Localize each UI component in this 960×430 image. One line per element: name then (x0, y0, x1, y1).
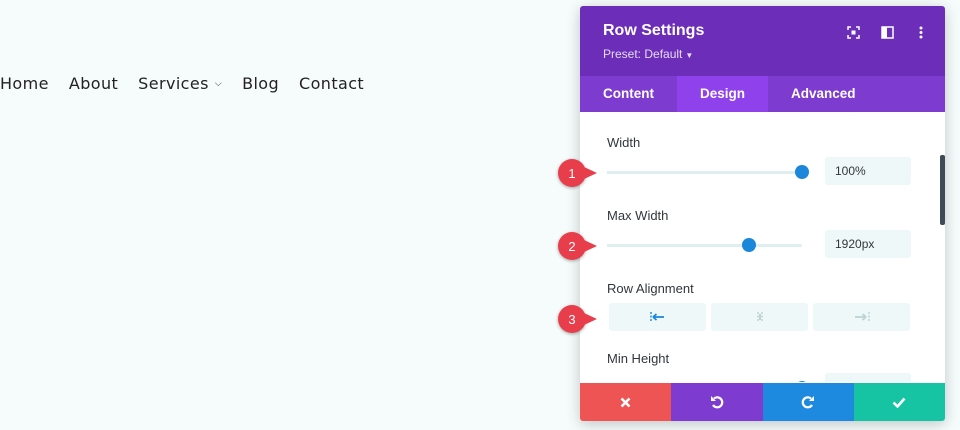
chevron-down-icon: ⌵ (214, 78, 223, 89)
nav-services-label: Services (138, 74, 209, 93)
panel-title: Row Settings (603, 22, 705, 39)
close-icon (620, 397, 631, 407)
more-vertical-icon[interactable] (913, 24, 929, 40)
row-alignment-label: Row Alignment (607, 281, 694, 296)
max-width-value-input[interactable] (825, 230, 911, 258)
nav-about[interactable]: About (69, 74, 118, 93)
min-height-value-input[interactable] (825, 373, 911, 382)
callout-badge-1: 1 (558, 159, 597, 187)
max-width-label: Max Width (607, 208, 669, 223)
header-icons (845, 24, 929, 40)
nav-home-label: Home (0, 74, 49, 93)
align-center-icon (756, 312, 763, 322)
redo-icon (801, 396, 815, 409)
split-view-icon[interactable] (879, 24, 895, 40)
row-settings-panel: Row Settings Preset: Default ▼ Content De… (580, 6, 945, 421)
nav-contact[interactable]: Contact (299, 74, 364, 93)
tab-content[interactable]: Content (580, 76, 677, 112)
width-value-input[interactable] (825, 157, 911, 185)
align-left-icon (649, 312, 664, 322)
width-label: Width (607, 135, 641, 150)
caret-down-icon: ▼ (685, 51, 694, 60)
align-right-button[interactable] (813, 303, 910, 331)
check-icon (892, 397, 906, 408)
min-height-label: Min Height (607, 351, 670, 366)
panel-scrollbar[interactable] (940, 155, 945, 225)
panel-body: Width Max Width Row Alignment Min (580, 112, 945, 382)
width-slider-fill (607, 171, 802, 174)
save-button[interactable] (853, 383, 945, 421)
panel-header: Row Settings Preset: Default ▼ (580, 6, 945, 76)
nav-about-label: About (68, 74, 119, 93)
undo-icon (710, 396, 724, 409)
callout-badge-3: 3 (558, 305, 597, 333)
max-width-slider[interactable] (607, 238, 802, 252)
min-height-slider-thumb[interactable] (795, 381, 809, 382)
nav-blog-label: Blog (242, 74, 280, 93)
align-center-button[interactable] (711, 303, 808, 331)
panel-tabs: Content Design Advanced (580, 76, 945, 112)
tab-advanced[interactable]: Advanced (768, 76, 879, 112)
callout-badge-2: 2 (558, 232, 597, 260)
nav-home[interactable]: Home (0, 74, 49, 93)
close-button[interactable] (580, 383, 672, 421)
tab-design[interactable]: Design (677, 76, 769, 112)
max-width-slider-thumb[interactable] (742, 238, 757, 252)
preset-label: Preset: Default (603, 47, 683, 61)
redo-button[interactable] (762, 383, 854, 421)
max-width-slider-fill (607, 244, 750, 247)
nav-services[interactable]: Services ⌵ (138, 74, 222, 93)
panel-footer (580, 383, 945, 421)
nav-contact-label: Contact (299, 74, 365, 93)
undo-button[interactable] (671, 383, 763, 421)
width-slider-thumb[interactable] (795, 165, 809, 179)
row-alignment-options (609, 303, 910, 331)
nav-blog[interactable]: Blog (242, 74, 279, 93)
width-slider[interactable] (607, 165, 809, 179)
site-nav: Home About Services ⌵ Blog Contact (0, 74, 384, 93)
align-right-icon (854, 312, 870, 322)
align-left-button[interactable] (609, 303, 706, 331)
preset-selector[interactable]: Preset: Default ▼ (603, 47, 693, 61)
fullscreen-icon[interactable] (845, 24, 861, 40)
